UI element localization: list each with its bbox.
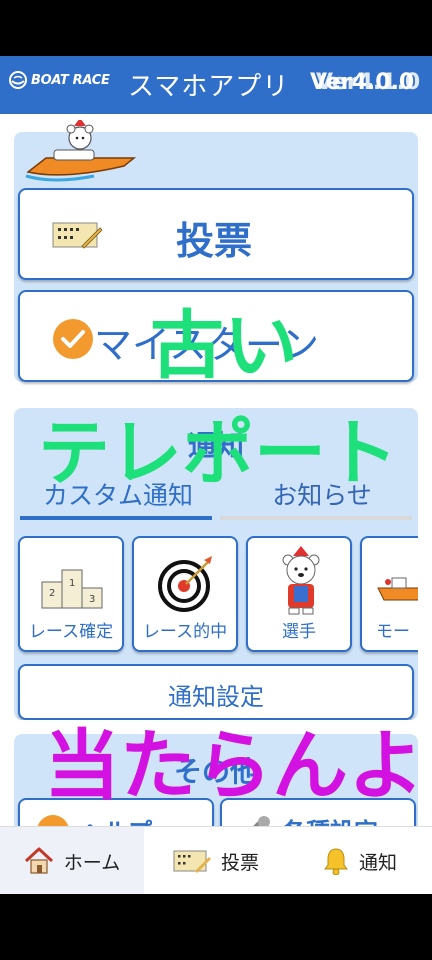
notification-card-racer[interactable]: 選手 bbox=[246, 536, 352, 652]
ticket-icon bbox=[52, 222, 102, 249]
app-header: BOAT RACE スマホアプリ Ver4.0.0 Ver4.1.0 bbox=[0, 56, 432, 114]
help-icon bbox=[37, 815, 69, 826]
app-title: スマホアプリ bbox=[128, 72, 290, 102]
tabbar-home-label: ホーム bbox=[63, 851, 121, 874]
boatrace-logo: BOAT RACE bbox=[8, 70, 110, 90]
bear-mascot-icon bbox=[282, 546, 320, 615]
boat-icon bbox=[377, 577, 418, 601]
tabbar-notify[interactable]: 通知 bbox=[288, 827, 432, 895]
ticket-icon bbox=[173, 850, 211, 873]
notification-card-race-result[interactable]: 1 2 3 レース確定 bbox=[18, 536, 124, 652]
target-icon bbox=[158, 556, 212, 612]
settings-label: 各種設定 bbox=[282, 812, 378, 826]
card-label: レース確定 bbox=[28, 622, 114, 642]
tabbar-notify-label: 通知 bbox=[358, 851, 397, 874]
card-label: 選手 bbox=[282, 622, 316, 642]
card-label: レース的中 bbox=[142, 622, 228, 642]
notification-card-strip[interactable]: 1 2 3 レース確定 レース的中 選手 モー bbox=[18, 536, 418, 656]
svg-text:3: 3 bbox=[89, 594, 95, 605]
vote-button[interactable]: 投票 bbox=[18, 188, 414, 280]
status-bar bbox=[0, 0, 432, 56]
help-label: ヘルプ bbox=[80, 812, 152, 826]
overlay-text-old: 古い bbox=[150, 303, 298, 389]
system-nav-area bbox=[0, 894, 432, 960]
version-text-b: Ver4.1.0 bbox=[316, 70, 421, 95]
tab-indicator-active bbox=[20, 516, 212, 520]
bell-icon bbox=[323, 848, 348, 875]
notification-card-motor[interactable]: モー bbox=[360, 536, 418, 652]
overlay-text-teleport: テレポート bbox=[38, 411, 399, 495]
vote-label: 投票 bbox=[176, 219, 253, 263]
tab-indicator-inactive bbox=[220, 516, 412, 520]
bottom-tab-bar: ホーム 投票 通知 bbox=[0, 826, 432, 895]
home-icon bbox=[24, 847, 53, 874]
tabbar-vote-label: 投票 bbox=[220, 851, 259, 874]
logo-text: BOAT RACE bbox=[31, 72, 110, 88]
podium-icon: 1 2 3 bbox=[41, 569, 103, 609]
boat-mascot-icon bbox=[25, 120, 137, 182]
overlay-text-miss: 当たらんよ bbox=[44, 721, 424, 810]
tabbar-home[interactable]: ホーム bbox=[0, 827, 144, 895]
svg-text:2: 2 bbox=[49, 588, 55, 599]
check-circle-icon bbox=[53, 319, 93, 359]
settings-icon bbox=[253, 816, 270, 826]
tabbar-vote[interactable]: 投票 bbox=[144, 827, 288, 895]
main-content[interactable]: 投票 マイスターン 通知 カスタム通知 お知らせ 1 2 3 レース確定 レース… bbox=[0, 114, 432, 826]
boat-logo-icon bbox=[9, 71, 27, 89]
notification-card-race-hit[interactable]: レース的中 bbox=[132, 536, 238, 652]
svg-text:1: 1 bbox=[69, 578, 75, 589]
card-label: モー bbox=[376, 622, 410, 642]
